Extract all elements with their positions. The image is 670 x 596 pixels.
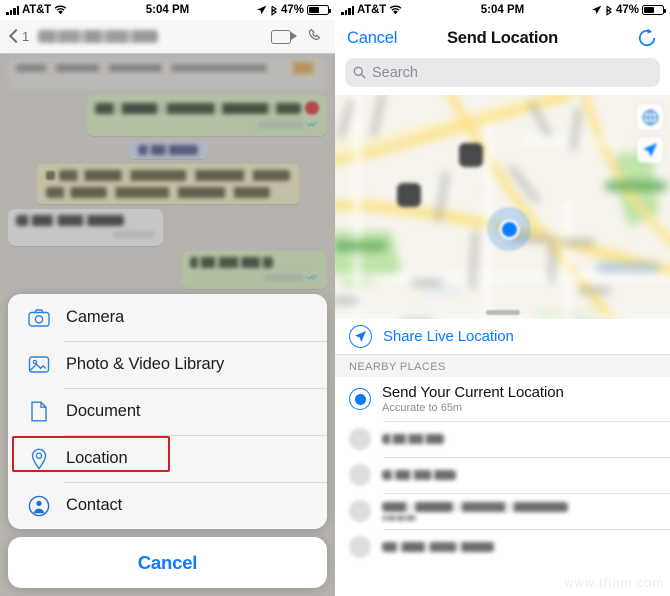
nearby-places-header: NEARBY PLACES: [335, 355, 670, 377]
watermark: www.tfiam.com: [564, 576, 664, 590]
sheet-item-label: Contact: [66, 496, 123, 514]
sheet-cancel-button[interactable]: Cancel: [8, 537, 327, 588]
sheet-item-document[interactable]: Document: [8, 388, 327, 435]
battery-icon: [307, 5, 331, 15]
back-chevron-icon[interactable]: [10, 28, 20, 45]
place-subtitle: Accurate to 65m: [382, 402, 463, 414]
unread-badge[interactable]: 1: [22, 29, 29, 44]
search-input[interactable]: Search: [345, 58, 660, 87]
live-location-icon: [349, 325, 372, 348]
place-marker-icon: [349, 500, 371, 522]
document-icon: [26, 401, 52, 422]
clock-label: 5:04 PM: [480, 4, 525, 16]
sheet-item-label: Camera: [66, 308, 125, 326]
place-text: Send Your Current Location Accurate to 6…: [382, 384, 564, 414]
contact-person-icon: [26, 495, 52, 517]
sheet-item-contact[interactable]: Contact: [8, 482, 327, 529]
attachment-action-sheet: Camera Photo & Video Library Document Lo…: [8, 294, 327, 588]
camera-icon: [26, 308, 52, 327]
place-row-redacted[interactable]: [335, 529, 670, 565]
map-poi-marker[interactable]: [459, 143, 483, 167]
place-marker-icon: [349, 428, 371, 450]
sheet-item-location[interactable]: Location: [8, 435, 327, 482]
place-text: [382, 542, 656, 552]
search-placeholder: Search: [372, 64, 418, 81]
sheet-item-label: Location: [66, 449, 128, 467]
chat-navigation-bar: 1: [0, 20, 335, 54]
right-phone-screen: AT&T 5:04 PM 47% Cancel Send Location Se…: [335, 0, 670, 596]
action-sheet-card: Camera Photo & Video Library Document Lo…: [8, 294, 327, 529]
left-phone-screen: AT&T 5:04 PM 47% 1 Camera Photo & Video …: [0, 0, 335, 596]
map-view[interactable]: [335, 95, 670, 319]
tracking-arrow-icon[interactable]: [637, 137, 663, 163]
battery-icon: [642, 5, 666, 15]
refresh-circle-icon[interactable]: [636, 27, 658, 49]
clock-label: 5:04 PM: [145, 4, 190, 16]
place-row-redacted[interactable]: [335, 457, 670, 493]
place-text: [382, 470, 656, 480]
map-controls: [637, 104, 663, 163]
status-bar-left: AT&T 5:04 PM 47%: [0, 0, 335, 20]
contact-name-redacted[interactable]: [38, 30, 159, 43]
sheet-item-label: Document: [66, 402, 141, 420]
location-pin-icon: [26, 448, 52, 470]
place-row-redacted[interactable]: [335, 493, 670, 529]
search-bar: Search: [335, 56, 670, 95]
place-row-redacted[interactable]: [335, 421, 670, 457]
video-camera-icon[interactable]: [271, 29, 297, 44]
share-live-location-label: Share Live Location: [383, 328, 514, 345]
sheet-item-photo-video-library[interactable]: Photo & Video Library: [8, 341, 327, 388]
search-icon: [353, 66, 366, 79]
radio-selected-icon[interactable]: [349, 388, 371, 410]
sheet-item-label: Photo & Video Library: [66, 355, 225, 373]
user-location-dot: [487, 207, 531, 251]
map-poi-marker[interactable]: [397, 183, 421, 207]
share-live-location-row[interactable]: Share Live Location: [335, 319, 670, 355]
chat-nav-actions: [271, 28, 325, 46]
status-bar-right: AT&T 5:04 PM 47%: [335, 0, 670, 20]
sheet-drag-handle[interactable]: [485, 310, 520, 315]
place-title: Send Your Current Location: [382, 384, 564, 401]
photo-library-icon: [26, 355, 52, 374]
globe-3d-icon[interactable]: [637, 104, 663, 130]
place-marker-icon: [349, 536, 371, 558]
place-text: [382, 501, 656, 521]
place-marker-icon: [349, 464, 371, 486]
send-location-navigation-bar: Cancel Send Location: [335, 20, 670, 56]
dual-screenshot-stage: AT&T 5:04 PM 47% 1 Camera Photo & Video …: [0, 0, 670, 596]
place-text: [382, 434, 656, 444]
place-row-current-location[interactable]: Send Your Current Location Accurate to 6…: [335, 377, 670, 421]
sheet-item-camera[interactable]: Camera: [8, 294, 327, 341]
phone-handset-icon[interactable]: [307, 28, 325, 46]
page-title: Send Location: [446, 28, 559, 47]
